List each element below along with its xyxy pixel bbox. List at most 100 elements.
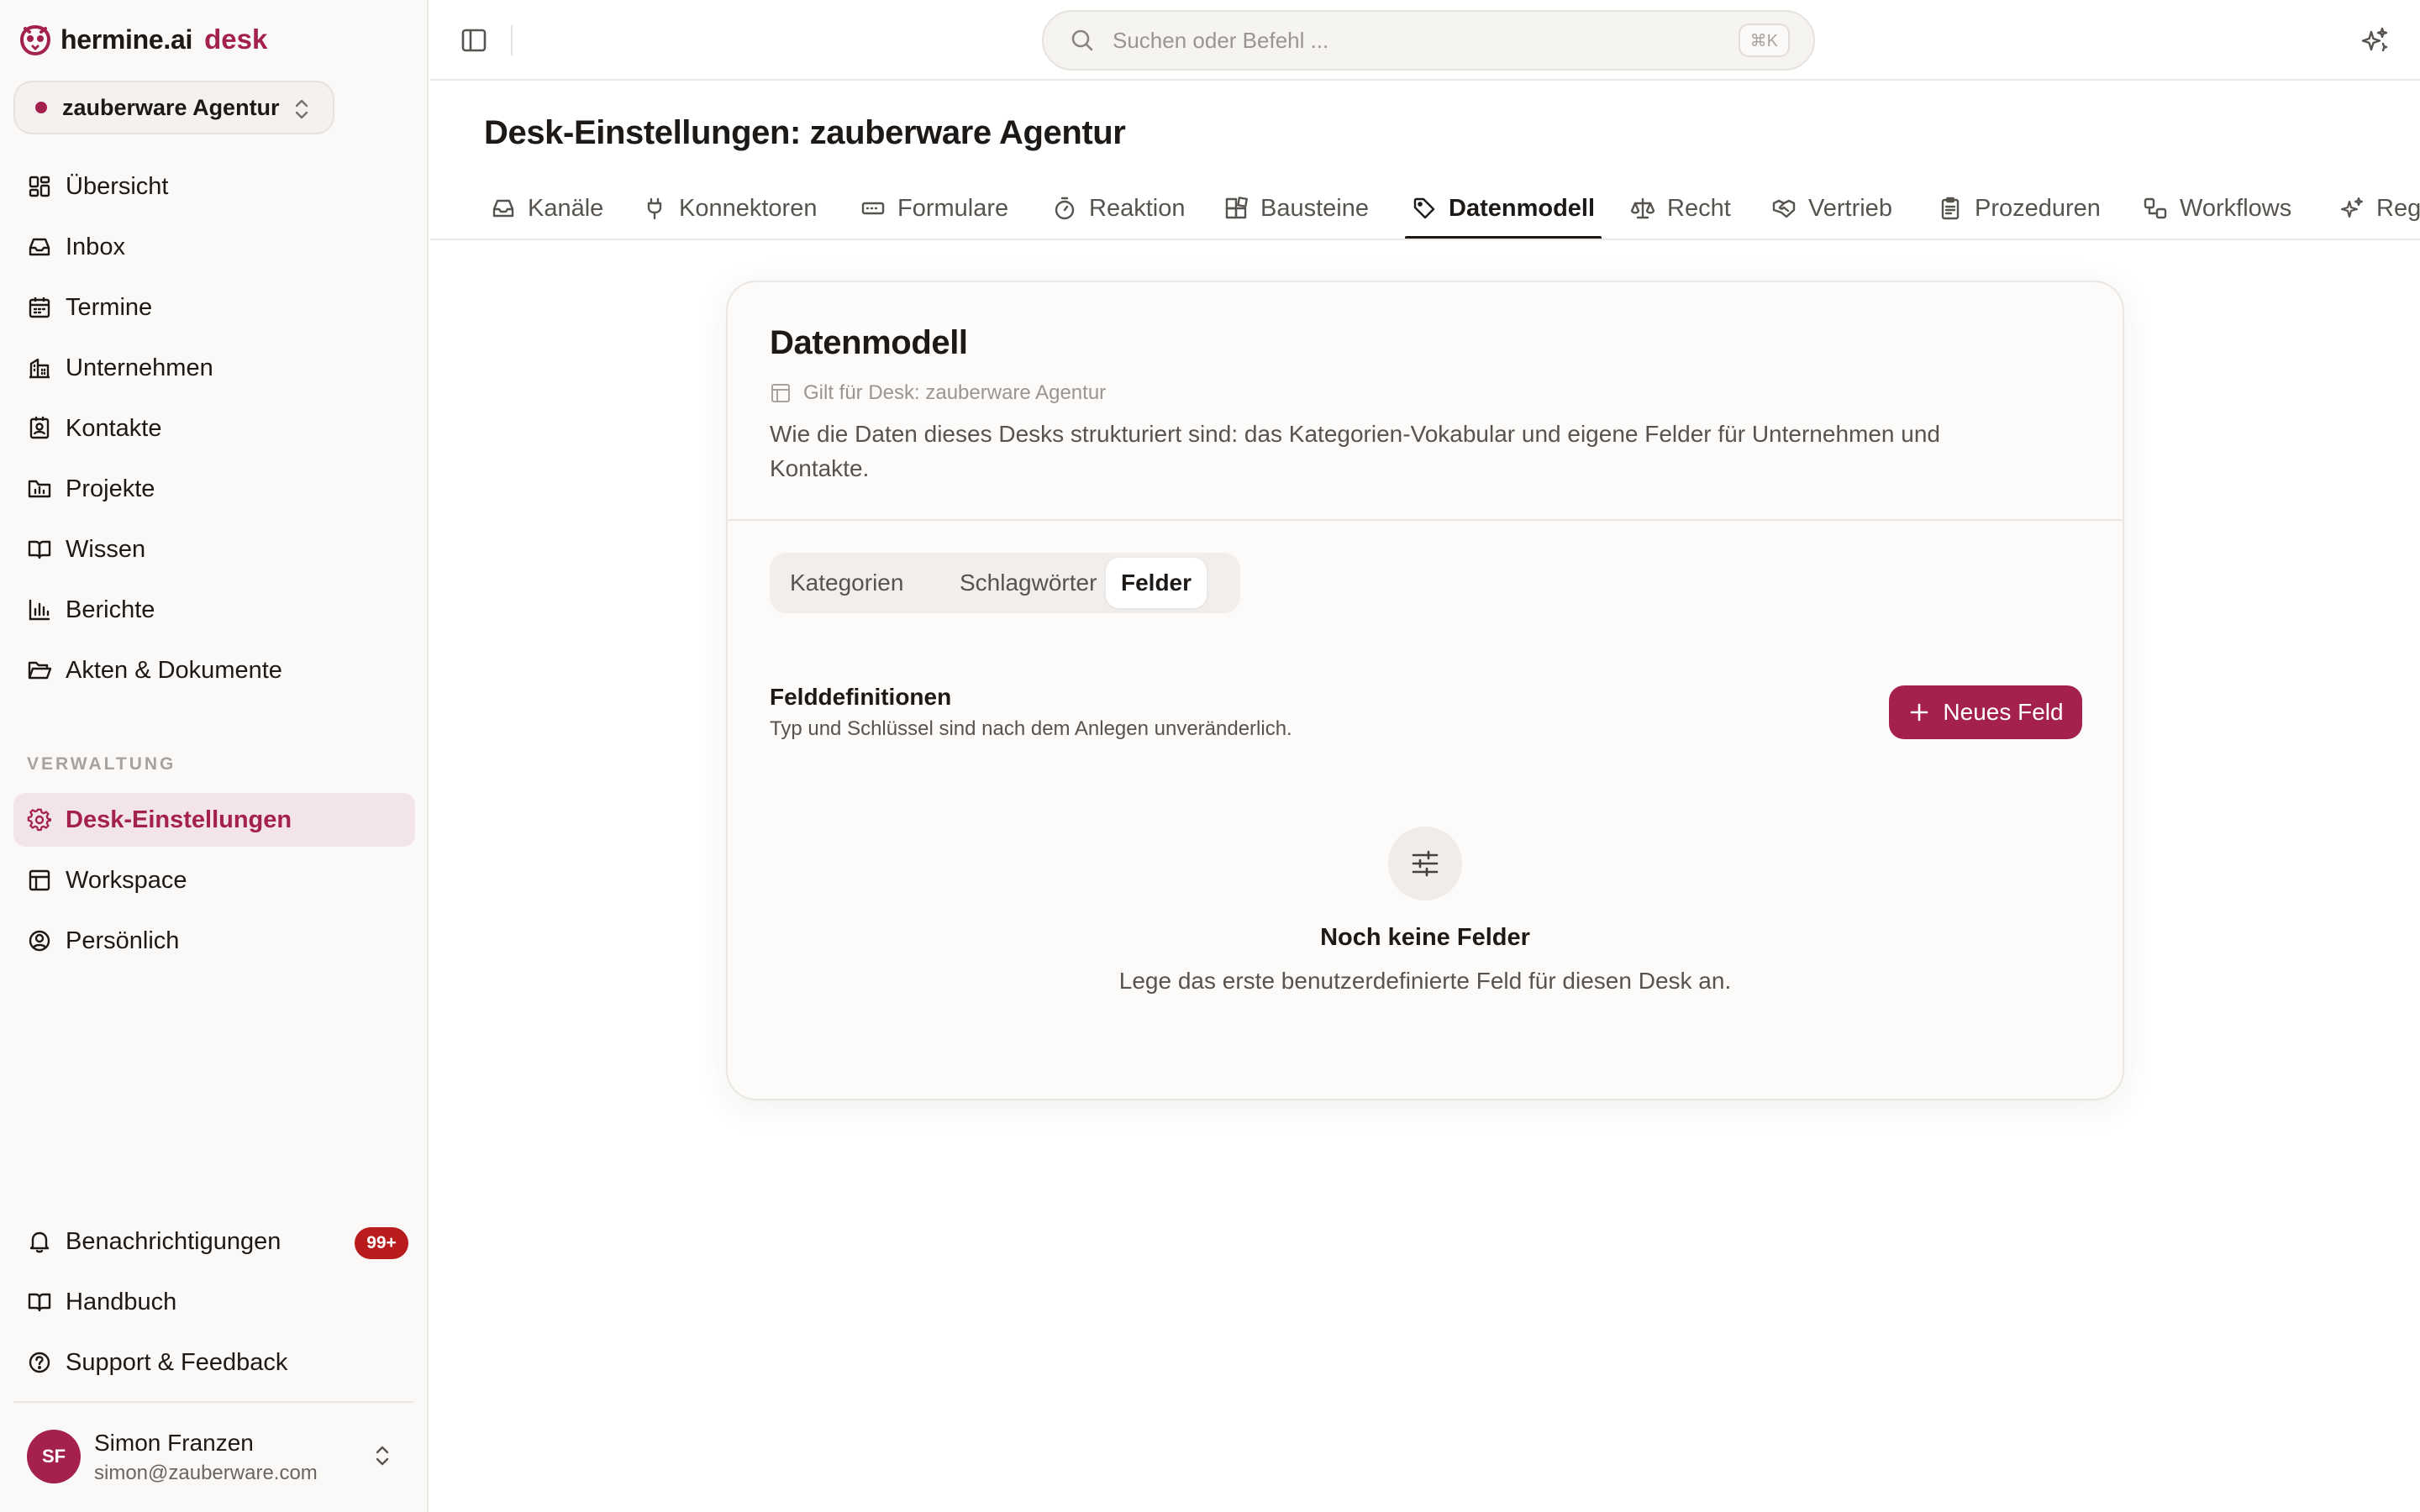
owl-logo-icon: [19, 24, 51, 56]
nav-item-wissen[interactable]: Wissen: [13, 522, 415, 576]
dashboard-icon: [27, 174, 52, 199]
nav-item-termine[interactable]: Termine: [13, 281, 415, 334]
tab-label: Formulare: [897, 194, 1009, 222]
search-bar[interactable]: ⌘K: [1042, 10, 1815, 71]
brand-logo[interactable]: hermine.ai desk: [18, 22, 267, 57]
tab-label: Vertrieb: [1808, 194, 1892, 222]
chevrons-up-down-icon: [295, 99, 308, 119]
card-description: Wie die Daten dieses Desks strukturiert …: [770, 421, 1940, 481]
tab-workflows[interactable]: Workflows: [2143, 178, 2291, 239]
nav-label: Termine: [66, 293, 153, 321]
nav-item-uebersicht[interactable]: Übersicht: [13, 160, 415, 213]
section-label-verwaltung: VERWALTUNG: [27, 754, 176, 774]
tab-label: Konnektoren: [679, 194, 818, 222]
user-name: Simon Franzen: [94, 1430, 254, 1456]
tab-reaktion[interactable]: Reaktion: [1052, 178, 1185, 239]
inbox-icon: [27, 234, 52, 260]
sidebar: hermine.ai desk zauberware Agentur Übers…: [0, 0, 429, 1512]
desk-switcher[interactable]: zauberware Agentur: [13, 81, 334, 134]
nav-label: Kontakte: [66, 414, 162, 442]
brand-product: desk: [204, 24, 268, 55]
nav-item-akten-dokumente[interactable]: Akten & Dokumente: [13, 643, 415, 697]
ai-sparkles-icon[interactable]: [2358, 24, 2391, 57]
admin-nav: Desk-Einstellungen Workspace Persönlich: [13, 793, 415, 968]
datenmodell-card: Datenmodell Gilt für Desk: zauberware Ag…: [726, 281, 2124, 1100]
plug-icon: [647, 197, 662, 220]
new-field-button[interactable]: Neues Feld: [1889, 685, 2082, 739]
timer-icon: [1055, 197, 1075, 220]
sliders-icon: [1412, 850, 1439, 877]
nav-item-kontakte[interactable]: Kontakte: [13, 402, 415, 455]
tab-label: Datenmodell: [1449, 194, 1596, 222]
segment-schlagwoerter[interactable]: Schlagwörter: [944, 558, 1112, 608]
nav-item-unternehmen[interactable]: Unternehmen: [13, 341, 415, 395]
tab-kanaele[interactable]: Kanäle: [491, 178, 603, 239]
empty-state-icon: [1388, 827, 1462, 900]
sidebar-toggle-icon[interactable]: [457, 24, 491, 57]
tab-label: Reg: [2376, 194, 2420, 222]
chevrons-up-down-icon: [376, 1446, 389, 1466]
nav-item-persoenlich[interactable]: Persönlich: [13, 914, 415, 968]
nav-label: Akten & Dokumente: [66, 656, 282, 684]
segmented-control: Kategorien Schlagwörter Felder: [770, 553, 1240, 613]
tab-label: Workflows: [2180, 194, 2292, 222]
nav-item-benachrichtigungen[interactable]: Benachrichtigungen 99+: [13, 1215, 415, 1268]
nav-label: Workspace: [66, 866, 187, 894]
user-email: simon@zauberware.com: [94, 1462, 318, 1484]
tag-icon: [1413, 197, 1435, 219]
avatar: SF: [27, 1430, 81, 1483]
topbar: ⌘K: [430, 0, 2420, 81]
user-menu[interactable]: SF Simon Franzen simon@zauberware.com: [27, 1428, 405, 1487]
tab-konnektoren[interactable]: Konnektoren: [642, 178, 817, 239]
section-subtitle: Typ und Schlüssel sind nach dem Anlegen …: [770, 717, 1292, 740]
search-input[interactable]: [1113, 27, 1701, 54]
section-title: Felddefinitionen: [770, 684, 952, 710]
nav-label: Support & Feedback: [66, 1348, 288, 1376]
nav-item-inbox[interactable]: Inbox: [13, 220, 415, 274]
segment-felder[interactable]: Felder: [1106, 558, 1207, 608]
tab-recht[interactable]: Recht: [1630, 178, 1731, 239]
nav-item-workspace[interactable]: Workspace: [13, 853, 415, 907]
bar-chart-icon: [27, 597, 52, 622]
empty-state-subtitle: Lege das erste benutzerdefinierte Feld f…: [1118, 968, 1732, 994]
inbox-icon: [492, 199, 514, 218]
tab-label: Reaktion: [1089, 194, 1186, 222]
nav-label: Persönlich: [66, 927, 180, 954]
nav-label: Unternehmen: [66, 354, 213, 381]
tab-reg[interactable]: Reg: [2339, 178, 2420, 239]
tab-bausteine[interactable]: Bausteine: [1223, 178, 1369, 239]
nav-item-support-feedback[interactable]: Support & Feedback: [13, 1336, 415, 1389]
tab-prozeduren[interactable]: Prozeduren: [1938, 178, 2101, 239]
form-icon: [861, 202, 885, 215]
segment-kategorien[interactable]: Kategorien: [775, 558, 918, 608]
main-nav: Übersicht Inbox Termine Unternehmen Kont…: [13, 160, 415, 697]
tab-label: Prozeduren: [1975, 194, 2101, 222]
tab-datenmodell[interactable]: Datenmodell: [1404, 178, 1602, 239]
nav-item-desk-einstellungen[interactable]: Desk-Einstellungen: [13, 793, 415, 847]
nav-label: Handbuch: [66, 1288, 177, 1315]
desk-switcher-label: zauberware Agentur: [62, 94, 280, 120]
nav-label: Projekte: [66, 475, 155, 502]
sparkles-icon: [2340, 197, 2364, 218]
building-icon: [27, 355, 52, 381]
layout-icon: [771, 384, 790, 402]
clipboard-icon: [1941, 197, 1960, 220]
desk-color-dot: [35, 102, 47, 113]
plus-icon: [1911, 703, 1928, 722]
bottom-nav: Benachrichtigungen 99+ Handbuch Support …: [13, 1215, 415, 1389]
nav-item-berichte[interactable]: Berichte: [13, 583, 415, 637]
calendar-icon: [27, 295, 52, 320]
nav-item-projekte[interactable]: Projekte: [13, 462, 415, 516]
toolbar-divider: [511, 25, 513, 55]
nav-label: Benachrichtigungen: [66, 1227, 281, 1255]
nav-label: Berichte: [66, 596, 155, 623]
scale-icon: [1630, 197, 1655, 219]
new-field-button-label: Neues Feld: [1943, 699, 2064, 725]
tab-vertrieb[interactable]: Vertrieb: [1771, 178, 1892, 239]
handshake-icon: [1772, 199, 1796, 218]
tab-formulare[interactable]: Formulare: [860, 178, 1008, 239]
layout-icon: [27, 868, 52, 893]
nav-item-handbuch[interactable]: Handbuch: [13, 1275, 415, 1329]
search-icon: [1071, 29, 1093, 51]
empty-state-title: Noch keine Felder: [1320, 924, 1530, 951]
